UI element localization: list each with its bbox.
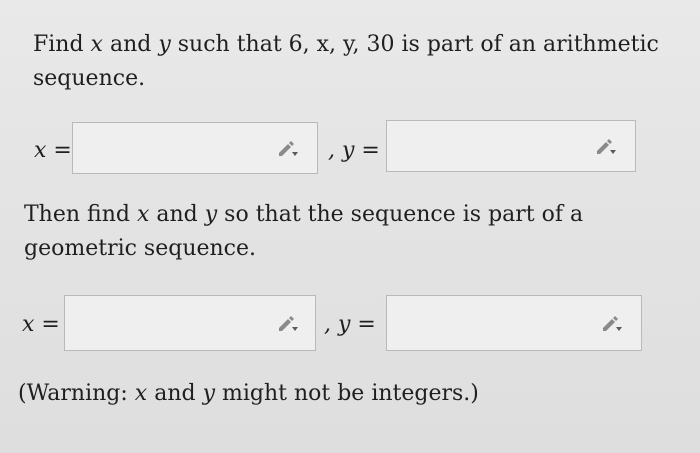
problem-page: Find x and y such that 6, x, y, 30 is pa… [0,0,700,453]
var-x: x [134,381,148,406]
geo-y-label: , y = [324,312,376,337]
pencil-dropdown-icon[interactable] [277,141,299,157]
pencil-dropdown-icon[interactable] [277,316,299,332]
var-x: x [90,32,103,57]
var-x: x [136,202,150,227]
geo-x-answer-box[interactable] [64,295,316,351]
question-arithmetic: Find x and y such that 6, x, y, 30 is pa… [33,32,659,91]
var-y: y [158,32,171,57]
geo-x-label: x = [22,312,60,337]
pencil-dropdown-icon[interactable] [595,139,617,155]
var-y: y [202,381,215,406]
warning-note: (Warning: x and y might not be integers.… [18,381,479,406]
arith-y-label: , y = [328,138,380,163]
pencil-dropdown-icon[interactable] [601,316,623,332]
geo-y-answer-box[interactable] [386,295,642,351]
arith-x-label: x = [34,138,72,163]
arith-x-answer-box[interactable] [72,122,318,174]
question-geometric: Then find x and y so that the sequence i… [24,202,584,261]
var-y: y [204,202,218,227]
arith-y-answer-box[interactable] [386,120,636,172]
